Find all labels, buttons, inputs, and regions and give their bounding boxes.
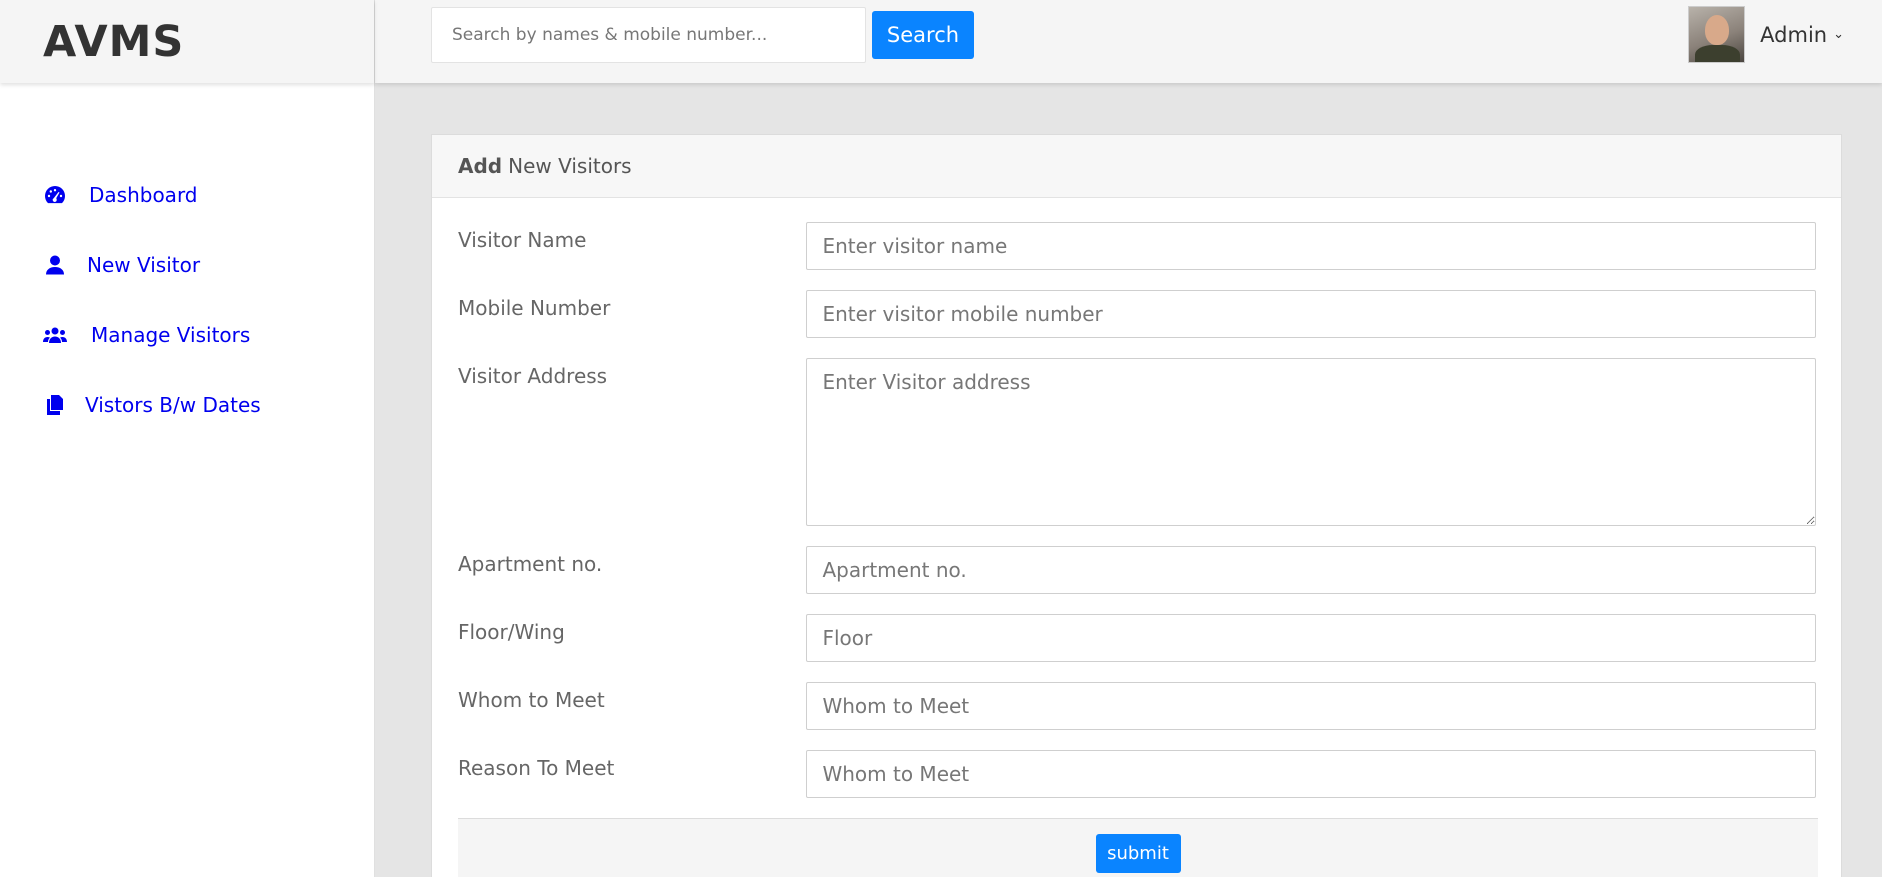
card-title: New Visitors [508,154,632,178]
form-row-visitor-name: Visitor Name [458,222,1816,270]
files-icon [43,393,67,417]
search-input[interactable] [431,7,866,63]
sidebar-item-label: Vistors B/w Dates [85,393,261,417]
tachometer-icon [43,183,67,207]
add-visitor-card: Add New Visitors Visitor Name Mobile Num… [431,134,1842,877]
card-header: Add New Visitors [432,135,1841,198]
apartment-no-field[interactable] [806,546,1816,594]
sidebar: AVMS Dashboard New Visitor Manage Visito… [0,0,375,877]
apartment-no-label: Apartment no. [458,552,603,576]
user-menu[interactable]: Admin ⌄ [1688,6,1844,63]
user-name: Admin [1760,22,1828,47]
visitor-address-label: Visitor Address [458,364,608,388]
mobile-number-field[interactable] [806,290,1816,338]
form-row-floor-wing: Floor/Wing [458,614,1816,662]
reason-to-meet-label: Reason To Meet [458,756,615,780]
sidebar-item-label: Manage Visitors [91,323,251,347]
form-row-whom-to-meet: Whom to Meet [458,682,1816,730]
user-icon [43,253,67,277]
form-row-reason-to-meet: Reason To Meet [458,750,1816,798]
visitor-address-field[interactable] [806,358,1816,526]
sidebar-item-label: New Visitor [87,253,201,277]
sidebar-item-dashboard[interactable]: Dashboard [0,160,374,230]
form-row-visitor-address: Visitor Address [458,358,1816,526]
logo-bar: AVMS [0,0,374,83]
visitor-name-label: Visitor Name [458,228,587,252]
whom-to-meet-field[interactable] [806,682,1816,730]
visitor-form: Visitor Name Mobile Number Visitor Addre… [432,198,1841,877]
whom-to-meet-label: Whom to Meet [458,688,605,712]
card-title-bold: Add [458,154,503,178]
submit-button[interactable]: submit [1095,834,1181,873]
reason-to-meet-field[interactable] [806,750,1816,798]
chevron-down-icon: ⌄ [1833,27,1844,42]
floor-wing-label: Floor/Wing [458,620,565,644]
avatar [1688,6,1746,63]
top-bar: Search Admin ⌄ [375,0,1882,83]
sidebar-item-label: Dashboard [89,183,198,207]
form-row-mobile-number: Mobile Number [458,290,1816,338]
search-button[interactable]: Search [872,11,974,59]
users-icon [43,323,67,347]
search-form: Search [431,7,974,63]
sidebar-nav: Dashboard New Visitor Manage Visitors Vi… [0,160,374,440]
visitor-name-field[interactable] [806,222,1816,270]
sidebar-item-manage-visitors[interactable]: Manage Visitors [0,300,374,370]
form-row-apartment-no: Apartment no. [458,546,1816,594]
sidebar-item-new-visitor[interactable]: New Visitor [0,230,374,300]
app-logo[interactable]: AVMS [43,17,184,67]
floor-wing-field[interactable] [806,614,1816,662]
sidebar-item-visitors-between-dates[interactable]: Vistors B/w Dates [0,370,374,440]
mobile-number-label: Mobile Number [458,296,611,320]
form-footer: submit [458,818,1818,877]
